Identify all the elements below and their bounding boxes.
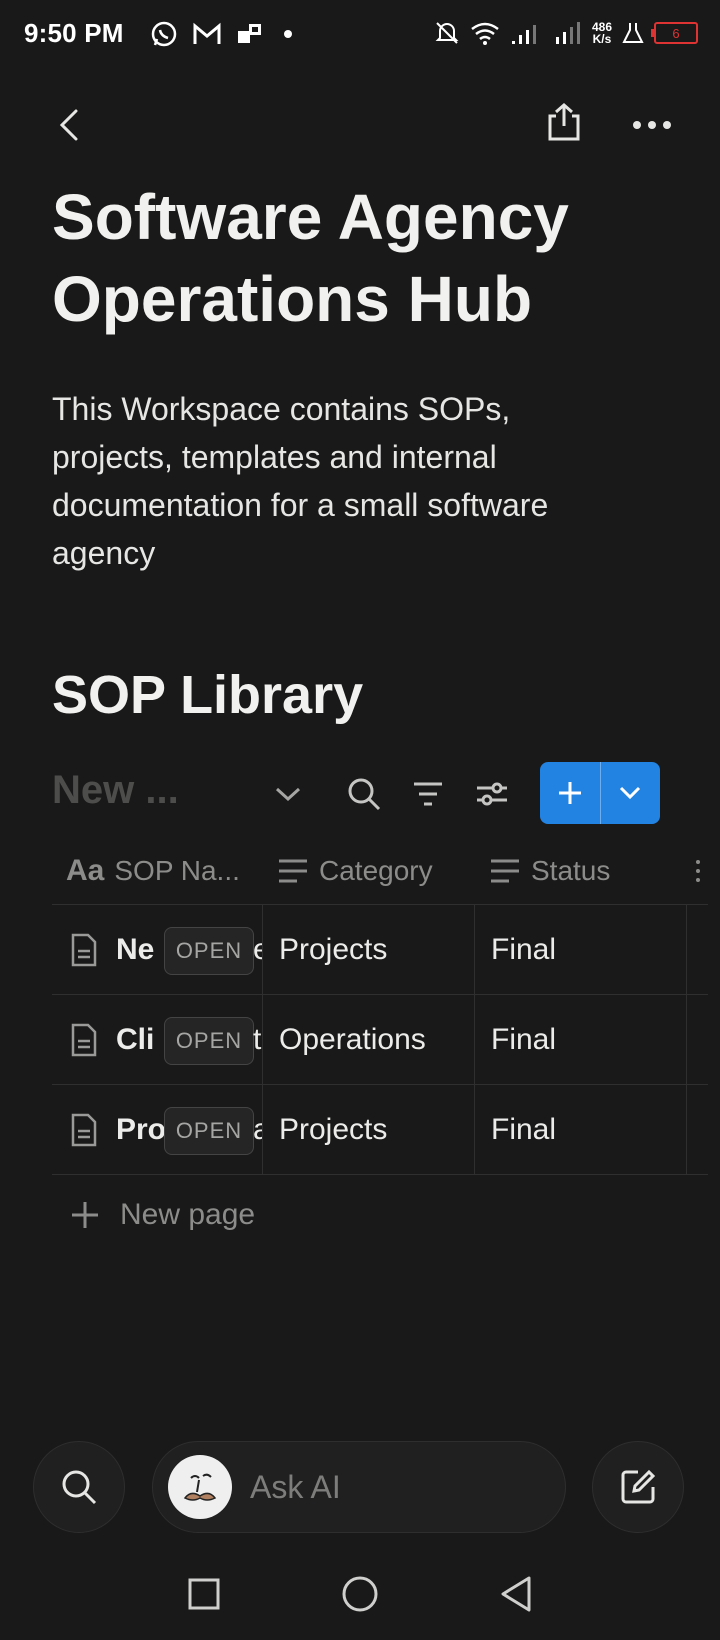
- search-button[interactable]: [342, 772, 386, 816]
- section-title[interactable]: SOP Library: [52, 664, 363, 726]
- whatsapp-icon: [151, 21, 177, 47]
- column-header-category[interactable]: Category: [263, 838, 475, 904]
- column-header-status[interactable]: Status: [475, 838, 687, 904]
- notification-dot-icon: [284, 30, 292, 38]
- home-icon[interactable]: [341, 1575, 379, 1613]
- battery-icon: 6: [651, 22, 698, 44]
- battery-level: 6: [672, 25, 680, 41]
- new-entry-button[interactable]: [540, 762, 660, 824]
- compose-icon: [621, 1469, 656, 1504]
- back-button[interactable]: [44, 100, 94, 150]
- plus-icon: [72, 1202, 98, 1228]
- new-page-button[interactable]: New page: [70, 1198, 255, 1232]
- column-label: Category: [319, 855, 433, 886]
- page-description[interactable]: This Workspace contains SOPs, projects, …: [52, 385, 612, 577]
- filter-icon: [414, 782, 442, 806]
- compose-fab[interactable]: [592, 1441, 684, 1533]
- sop-table: Aa SOP Na... Category Status Ne OPEN e P…: [52, 838, 708, 1175]
- sop-name-tail: e: [253, 933, 262, 967]
- chevron-down-icon: [275, 787, 301, 802]
- view-dropdown-button[interactable]: [266, 772, 310, 816]
- back-triangle-icon[interactable]: [499, 1575, 533, 1613]
- table-row[interactable]: Ne OPEN e Projects Final: [52, 905, 708, 995]
- open-button[interactable]: OPEN: [164, 927, 254, 975]
- lab-icon: [622, 23, 644, 43]
- status-app-icons: [150, 20, 298, 48]
- new-entry-dropdown[interactable]: [601, 762, 661, 824]
- column-header-sop-name[interactable]: Aa SOP Na...: [52, 838, 263, 904]
- status-cell[interactable]: Final: [475, 995, 687, 1084]
- more-vertical-icon: [696, 860, 700, 882]
- ask-ai-placeholder: Ask AI: [250, 1468, 341, 1505]
- new-page-label: New page: [120, 1198, 256, 1231]
- status-time: 9:50 PM: [24, 18, 124, 48]
- sop-name-tail: t: [253, 1022, 262, 1056]
- table-header: Aa SOP Na... Category Status: [52, 838, 708, 905]
- title-type-icon: Aa: [66, 854, 105, 887]
- sop-name-cell[interactable]: Cli OPEN t: [52, 995, 263, 1084]
- open-button[interactable]: OPEN: [164, 1107, 254, 1155]
- sop-name: Cli: [116, 1022, 155, 1056]
- recents-icon[interactable]: [187, 1577, 221, 1611]
- filter-button[interactable]: [406, 772, 450, 816]
- mute-icon: [435, 22, 459, 44]
- page-icon: [71, 1113, 97, 1146]
- sop-name: Pro: [116, 1112, 167, 1146]
- text-type-icon: [279, 859, 307, 883]
- status-system-icons: 486 K/s 6: [434, 20, 698, 46]
- column-label: Status: [531, 855, 611, 886]
- search-icon: [348, 778, 381, 811]
- more-button[interactable]: [626, 100, 678, 150]
- column-header-more[interactable]: [687, 838, 708, 904]
- net-speed: 486 K/s: [592, 21, 612, 45]
- category-cell[interactable]: Projects: [263, 905, 475, 994]
- category-cell[interactable]: Operations: [263, 995, 475, 1084]
- signal-icon: [511, 25, 536, 44]
- search-icon: [62, 1470, 97, 1505]
- table-row[interactable]: Pro OPEN a Projects Final: [52, 1085, 708, 1175]
- settings-sliders-icon: [477, 782, 507, 806]
- table-row[interactable]: Cli OPEN t Operations Final: [52, 995, 708, 1085]
- chat-icon: [238, 24, 261, 43]
- status-cell[interactable]: Final: [475, 905, 687, 994]
- back-icon: [59, 109, 78, 141]
- signal-icon: [555, 22, 580, 44]
- overflow-cell[interactable]: [687, 905, 708, 994]
- ai-avatar-icon: [168, 1455, 232, 1519]
- page-title[interactable]: Software Agency Operations Hub: [52, 176, 672, 340]
- search-fab[interactable]: [33, 1441, 125, 1533]
- wifi-icon: [471, 22, 499, 45]
- overflow-cell[interactable]: [687, 995, 708, 1084]
- sop-name-tail: a: [253, 1113, 262, 1147]
- sop-name-cell[interactable]: Pro OPEN a: [52, 1085, 263, 1174]
- more-icon: [633, 121, 671, 129]
- chevron-down-icon: [620, 786, 641, 800]
- settings-button[interactable]: [470, 772, 514, 816]
- net-speed-unit: K/s: [592, 32, 612, 46]
- page-icon: [71, 1023, 97, 1056]
- category-cell[interactable]: Projects: [263, 1085, 475, 1174]
- sop-name-cell[interactable]: Ne OPEN e: [52, 905, 263, 994]
- database-view-name[interactable]: New ...: [52, 768, 179, 813]
- sop-name: Ne: [116, 932, 155, 966]
- column-label: SOP Na...: [114, 855, 240, 886]
- status-cell[interactable]: Final: [475, 1085, 687, 1174]
- system-navigation-bar: [0, 1548, 720, 1640]
- gmail-icon: [193, 22, 221, 44]
- add-entry-button[interactable]: [540, 762, 600, 824]
- text-type-icon: [491, 859, 519, 883]
- ask-ai-input[interactable]: Ask AI: [152, 1441, 566, 1533]
- share-icon: [548, 103, 580, 141]
- overflow-cell[interactable]: [687, 1085, 708, 1174]
- plus-icon: [558, 782, 581, 804]
- share-button[interactable]: [538, 96, 590, 148]
- open-button[interactable]: OPEN: [164, 1017, 254, 1065]
- page-icon: [71, 933, 97, 966]
